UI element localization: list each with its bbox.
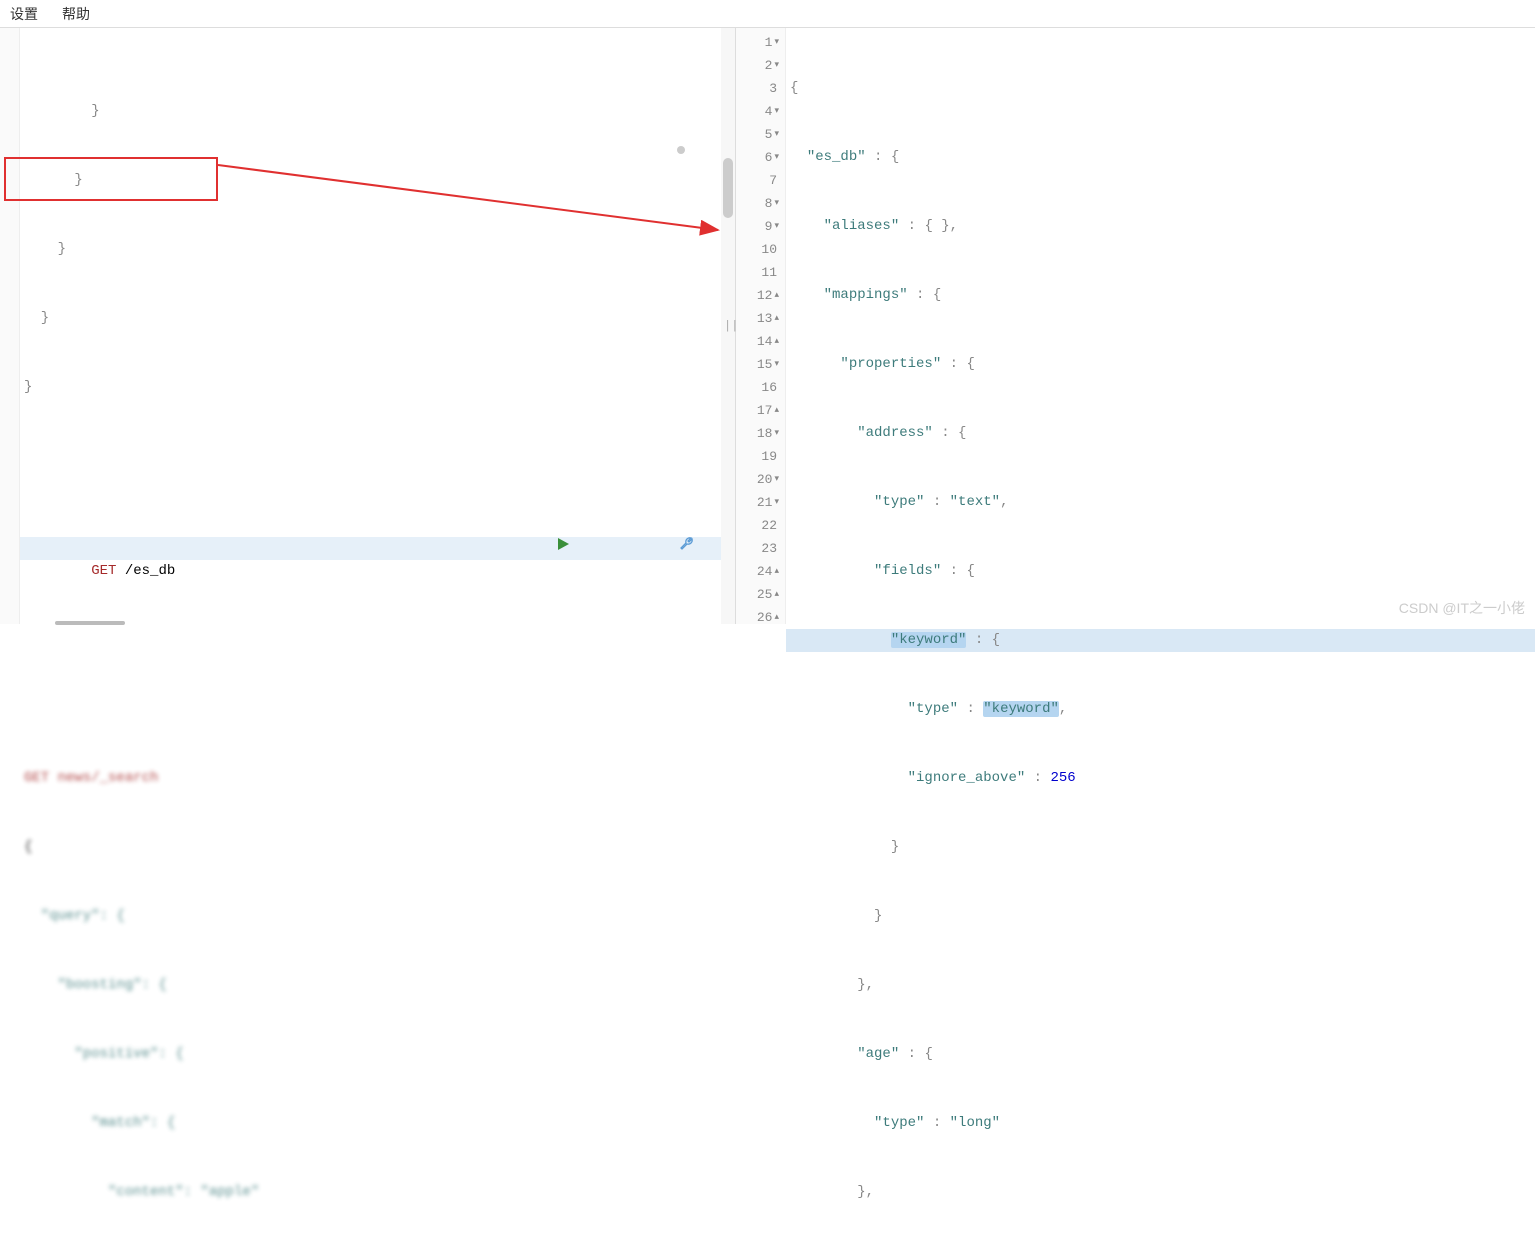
menu-settings[interactable]: 设置 <box>10 4 38 24</box>
blurred-code: "content": "apple" <box>20 1181 735 1204</box>
json-key: "properties" <box>840 356 941 372</box>
gutter-line[interactable]: 18▾ <box>736 422 785 445</box>
gutter-line[interactable]: 19 <box>736 445 785 468</box>
json-punct: , <box>1059 701 1067 717</box>
json-key: "es_db" <box>807 149 866 165</box>
cursor-line[interactable]: "keyword" : { <box>786 629 1535 652</box>
json-value: "long" <box>950 1115 1000 1131</box>
json-punct: : { <box>908 287 942 303</box>
scroll-thumb-vertical[interactable] <box>723 158 733 218</box>
watermark: CSDN @IT之一小佬 <box>1399 598 1525 618</box>
json-punct: : <box>958 701 983 717</box>
json-brace: { <box>790 80 798 96</box>
blurred-code: "match": { <box>20 1112 735 1135</box>
json-punct: : <box>924 494 949 510</box>
gutter-line[interactable]: 22 <box>736 514 785 537</box>
menu-bar: 设置 帮助 <box>0 0 1535 28</box>
json-punct: : { <box>899 1046 933 1062</box>
request-path: /es_db <box>125 563 175 579</box>
active-request-line[interactable]: GET /es_db <box>20 537 735 560</box>
gutter-line[interactable]: 12▴ <box>736 284 785 307</box>
gutter-line[interactable]: 16 <box>736 376 785 399</box>
brace: } <box>24 310 49 326</box>
editor-container: } } } } } GET /es_db <box>0 28 1535 624</box>
json-value: 256 <box>1050 770 1075 786</box>
gutter-line[interactable]: 13▴ <box>736 307 785 330</box>
gutter-line[interactable]: 5▾ <box>736 123 785 146</box>
gutter-line[interactable]: 24▴ <box>736 560 785 583</box>
json-key: "age" <box>857 1046 899 1062</box>
left-gutter <box>0 28 20 624</box>
json-punct: : { <box>933 425 967 441</box>
gutter-line[interactable]: 17▴ <box>736 399 785 422</box>
gutter-line[interactable]: 25▴ <box>736 583 785 606</box>
http-method: GET <box>91 563 116 579</box>
json-punct: : { }, <box>899 218 958 234</box>
blurred-code: { <box>20 836 735 859</box>
json-key: "type" <box>908 701 958 717</box>
response-viewer[interactable]: { "es_db" : { "aliases" : { }, "mappings… <box>786 28 1535 624</box>
json-key: "address" <box>857 425 933 441</box>
json-value: "text" <box>950 494 1000 510</box>
wrench-icon[interactable] <box>578 513 695 584</box>
blurred-code: "positive": { <box>20 1043 735 1066</box>
gutter-line[interactable]: 26▴ <box>736 606 785 629</box>
json-value: "keyword" <box>983 701 1059 717</box>
response-panel: 1▾2▾34▾5▾6▾78▾9▾101112▴13▴14▴15▾1617▴18▾… <box>736 28 1535 624</box>
json-key: "aliases" <box>824 218 900 234</box>
brace: } <box>24 172 83 188</box>
gutter-line[interactable]: 23 <box>736 537 785 560</box>
gutter-line[interactable]: 4▾ <box>736 100 785 123</box>
json-brace: } <box>891 839 899 855</box>
collapse-dot-icon <box>677 146 685 154</box>
blurred-code: "boosting": { <box>20 974 735 997</box>
request-editor[interactable]: } } } } } GET /es_db <box>20 28 735 624</box>
brace: } <box>24 379 32 395</box>
request-panel: } } } } } GET /es_db <box>0 28 735 624</box>
gutter-line[interactable]: 15▾ <box>736 353 785 376</box>
json-punct: : { <box>966 632 1000 648</box>
gutter-line[interactable]: 20▾ <box>736 468 785 491</box>
gutter-line[interactable]: 6▾ <box>736 146 785 169</box>
brace: } <box>24 103 100 119</box>
brace: } <box>24 241 66 257</box>
gutter-line[interactable]: 8▾ <box>736 192 785 215</box>
gutter-line[interactable]: 9▾ <box>736 215 785 238</box>
json-key: "mappings" <box>824 287 908 303</box>
gutter-line[interactable]: 2▾ <box>736 54 785 77</box>
gutter-line[interactable]: 3 <box>736 77 785 100</box>
gutter-line[interactable]: 7 <box>736 169 785 192</box>
json-key: "keyword" <box>891 632 967 648</box>
json-punct: : <box>924 1115 949 1131</box>
scroll-thumb-horizontal[interactable] <box>55 621 125 625</box>
menu-help[interactable]: 帮助 <box>62 4 90 24</box>
json-punct: : <box>1025 770 1050 786</box>
run-request-icon[interactable] <box>455 514 570 583</box>
gutter-line[interactable]: 10 <box>736 238 785 261</box>
gutter-line[interactable]: 1▾ <box>736 31 785 54</box>
blurred-code: "query": { <box>20 905 735 928</box>
json-punct: : { <box>941 563 975 579</box>
gutter-line[interactable]: 21▾ <box>736 491 785 514</box>
json-key: "type" <box>874 494 924 510</box>
json-brace: }, <box>857 977 874 993</box>
json-punct: : { <box>866 149 900 165</box>
blurred-code: GET news/_search <box>20 767 735 790</box>
json-key: "type" <box>874 1115 924 1131</box>
json-brace: }, <box>857 1184 874 1200</box>
json-punct: , <box>1000 494 1008 510</box>
right-gutter: 1▾2▾34▾5▾6▾78▾9▾101112▴13▴14▴15▾1617▴18▾… <box>736 28 786 624</box>
json-key: "fields" <box>874 563 941 579</box>
json-punct: : { <box>941 356 975 372</box>
json-brace: } <box>874 908 882 924</box>
gutter-line[interactable]: 11 <box>736 261 785 284</box>
gutter-line[interactable]: 14▴ <box>736 330 785 353</box>
json-key: "ignore_above" <box>908 770 1026 786</box>
